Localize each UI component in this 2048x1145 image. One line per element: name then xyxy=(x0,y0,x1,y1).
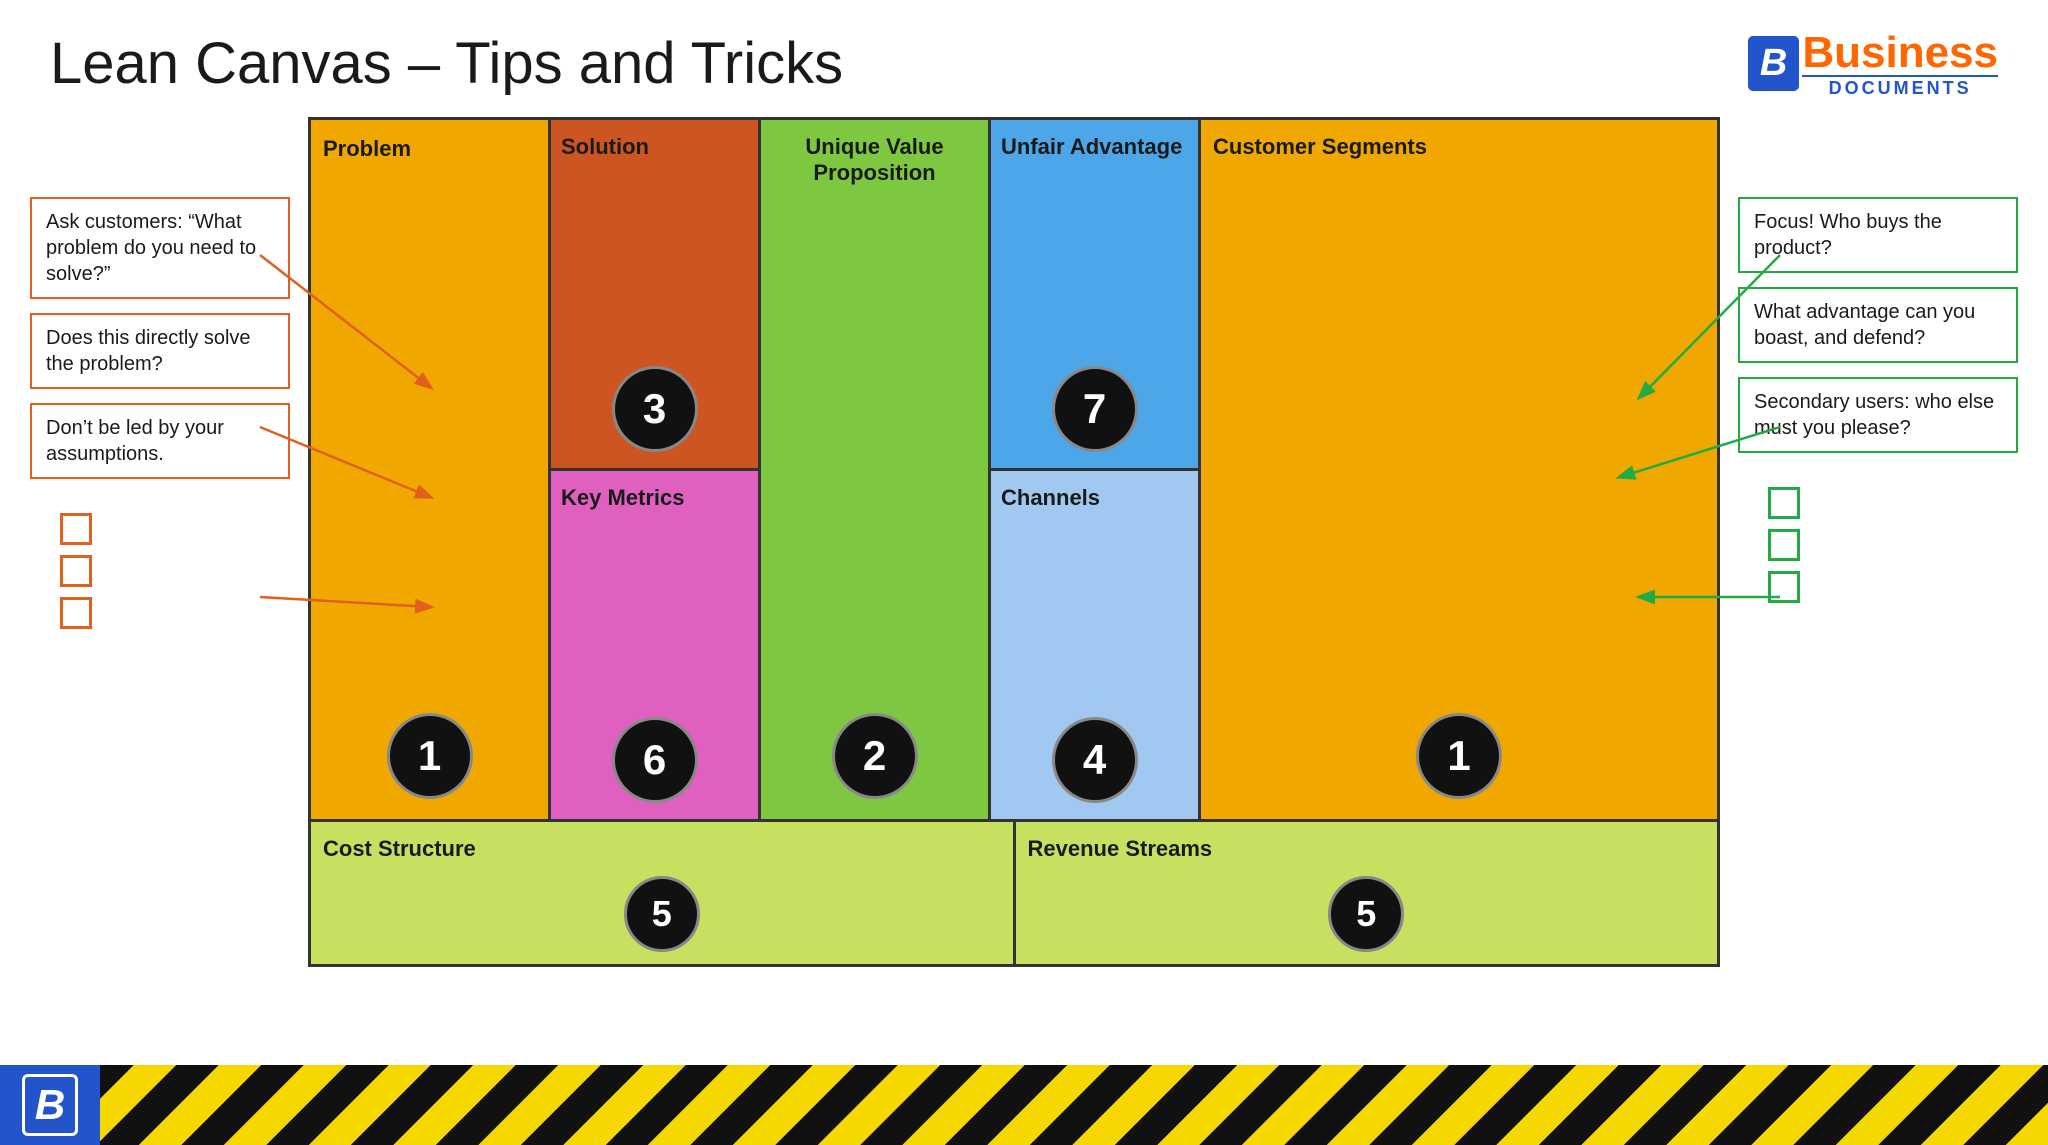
canvas-top-section: Problem 1 Solution 3 Key Metrics 6 xyxy=(311,120,1717,819)
logo-text: Business DOCUMENTS xyxy=(1802,31,1998,97)
logo-business: Business xyxy=(1802,31,1998,75)
key-metrics-label: Key Metrics xyxy=(561,485,685,511)
channels-label: Channels xyxy=(1001,485,1100,511)
right-checkbox-3[interactable] xyxy=(1768,571,1800,603)
logo-icon: B xyxy=(1745,33,1802,94)
cell-customer-segments: Customer Segments 1 xyxy=(1201,120,1717,819)
channels-number: 4 xyxy=(1052,717,1138,803)
right-checkboxes xyxy=(1738,487,2018,603)
cell-cost-structure: Cost Structure 5 xyxy=(311,822,1016,964)
right-checkbox-1[interactable] xyxy=(1768,487,1800,519)
logo: B Business DOCUMENTS xyxy=(1745,31,1998,97)
solution-number: 3 xyxy=(612,366,698,452)
lean-canvas: Problem 1 Solution 3 Key Metrics 6 xyxy=(308,117,1720,967)
right-annotation-1: Focus! Who buys the product? xyxy=(1738,197,2018,273)
canvas-bottom-section: Cost Structure 5 Revenue Streams 5 xyxy=(311,819,1717,964)
right-annotation-3: Secondary users: who else must you pleas… xyxy=(1738,377,2018,453)
problem-label: Problem xyxy=(323,136,411,162)
cell-key-metrics: Key Metrics 6 xyxy=(551,471,758,819)
cost-structure-label: Cost Structure xyxy=(323,836,476,862)
customer-segments-label: Customer Segments xyxy=(1213,134,1427,160)
problem-number: 1 xyxy=(387,713,473,799)
logo-documents: DOCUMENTS xyxy=(1802,75,1998,97)
right-annotations: Focus! Who buys the product? What advant… xyxy=(1738,117,2018,967)
footer-logo-container: B xyxy=(0,1065,100,1145)
left-checkbox-1[interactable] xyxy=(60,513,92,545)
left-annotation-2: Does this directly solve the problem? xyxy=(30,313,290,389)
revenue-streams-number: 5 xyxy=(1328,876,1404,952)
cell-solution: Solution 3 xyxy=(551,120,758,471)
footer-stripe xyxy=(100,1065,2048,1145)
header: Lean Canvas – Tips and Tricks B Business… xyxy=(0,0,2048,107)
left-checkboxes xyxy=(30,513,290,629)
cell-revenue-streams: Revenue Streams 5 xyxy=(1016,822,1718,964)
page-title: Lean Canvas – Tips and Tricks xyxy=(50,30,843,97)
unfair-number: 7 xyxy=(1052,366,1138,452)
footer-logo: B xyxy=(22,1074,78,1136)
uvp-number: 2 xyxy=(832,713,918,799)
left-annotations: Ask customers: “What problem do you need… xyxy=(30,117,290,967)
left-checkbox-3[interactable] xyxy=(60,597,92,629)
right-annotation-2: What advantage can you boast, and defend… xyxy=(1738,287,2018,363)
cell-channels: Channels 4 xyxy=(991,471,1198,819)
left-annotation-1: Ask customers: “What problem do you need… xyxy=(30,197,290,299)
cell-uvp: Unique Value Proposition 2 xyxy=(761,120,991,819)
solution-label: Solution xyxy=(561,134,649,160)
customer-segments-number: 1 xyxy=(1416,713,1502,799)
footer: B xyxy=(0,1065,2048,1145)
right-checkbox-2[interactable] xyxy=(1768,529,1800,561)
main-content: Ask customers: “What problem do you need… xyxy=(0,107,2048,977)
cost-structure-number: 5 xyxy=(624,876,700,952)
cell-unfair-advantage: Unfair Advantage 7 xyxy=(991,120,1198,471)
left-checkbox-2[interactable] xyxy=(60,555,92,587)
solution-km-column: Solution 3 Key Metrics 6 xyxy=(551,120,761,819)
cell-problem: Problem 1 xyxy=(311,120,551,819)
left-annotation-3: Don’t be led by your assumptions. xyxy=(30,403,290,479)
revenue-streams-label: Revenue Streams xyxy=(1028,836,1213,862)
uvp-label: Unique Value Proposition xyxy=(771,134,978,187)
key-metrics-number: 6 xyxy=(612,717,698,803)
unfair-channels-column: Unfair Advantage 7 Channels 4 xyxy=(991,120,1201,819)
unfair-label: Unfair Advantage xyxy=(1001,134,1182,160)
